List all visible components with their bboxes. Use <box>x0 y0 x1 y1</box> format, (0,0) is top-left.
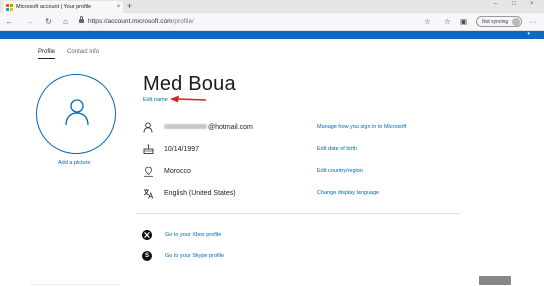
profile-name: Med Boua <box>143 73 236 95</box>
url-host: https://account.microsoft.com <box>88 18 173 25</box>
email-value: @hotmail.com <box>164 124 317 131</box>
skype-row: S Go to your Skype profile <box>142 251 224 261</box>
skype-profile-link[interactable]: Go to your Skype profile <box>165 253 224 259</box>
tab-profile[interactable]: Profile <box>38 49 56 59</box>
tab-contact-info[interactable]: Contact info <box>67 49 99 59</box>
favorites-icon[interactable]: ☆ <box>444 16 451 27</box>
back-icon[interactable]: ← <box>4 16 15 27</box>
language-icon <box>142 187 154 199</box>
profile-page: Profile Contact info Add a picture Med B… <box>0 39 544 286</box>
cake-icon <box>142 143 154 155</box>
footer-divider <box>30 284 120 285</box>
refresh-icon[interactable]: ↻ <box>43 16 54 27</box>
change-language-link[interactable]: Change display language <box>317 190 379 196</box>
country-value: Morocco <box>164 167 191 175</box>
account-header-bar: ▾ <box>0 31 544 39</box>
birthdate-row: 10/14/1997 Edit date of birth <box>142 143 462 155</box>
url-path: /profile/ <box>172 18 194 25</box>
avatar[interactable] <box>36 74 116 154</box>
manage-sign-in-link[interactable]: Manage how you sign in to Microsoft <box>317 124 406 130</box>
profile-sync-button[interactable]: Not syncing <box>476 16 522 27</box>
address-bar: ← → ↻ ⌂ https://account.microsoft.com/pr… <box>0 13 544 31</box>
language-row: English (United States) Change display l… <box>142 187 462 199</box>
edit-birthdate-link[interactable]: Edit date of birth <box>317 146 357 152</box>
redacted-email-user <box>164 124 207 130</box>
email-domain: @hotmail.com <box>208 123 253 131</box>
edit-name-link[interactable]: Edit name <box>143 97 168 103</box>
xbox-row: Go to your Xbox profile <box>142 230 221 240</box>
add-picture-link[interactable]: Add a picture <box>58 160 90 166</box>
new-tab-button[interactable]: + <box>127 1 132 11</box>
birthdate-value: 10/14/1997 <box>164 145 200 153</box>
tab-close-button[interactable]: × <box>114 4 123 10</box>
microsoft-logo-icon <box>6 3 13 11</box>
close-window-button[interactable]: × <box>530 1 534 7</box>
location-icon <box>142 165 154 177</box>
browser-tab[interactable]: Microsoft account | Your profile × <box>3 1 123 13</box>
red-annotation-arrow <box>170 95 207 103</box>
xbox-profile-link[interactable]: Go to your Xbox profile <box>165 232 221 238</box>
home-icon[interactable]: ⌂ <box>60 16 71 27</box>
tab-title: Microsoft account | Your profile <box>16 4 92 10</box>
sync-label: Not syncing <box>482 18 509 25</box>
more-menu-icon[interactable]: ··· <box>529 16 537 27</box>
edit-country-link[interactable]: Edit country/region <box>317 168 363 174</box>
forward-icon[interactable]: → <box>24 16 35 27</box>
chevron-down-icon[interactable]: ▾ <box>527 31 530 37</box>
profile-subnav: Profile Contact info <box>38 49 99 59</box>
person-icon <box>142 121 154 133</box>
favorite-star-icon[interactable]: ☆ <box>424 16 431 27</box>
skype-icon: S <box>142 251 152 261</box>
person-placeholder-icon <box>65 99 89 126</box>
browser-profile-avatar <box>512 18 520 26</box>
maximize-button[interactable]: □ <box>512 1 516 7</box>
url-field[interactable]: https://account.microsoft.com/profile/ <box>88 16 194 27</box>
collections-icon[interactable]: ▣ <box>460 16 467 27</box>
country-row: Morocco Edit country/region <box>142 165 462 177</box>
email-row: @hotmail.com Manage how you sign in to M… <box>142 121 462 133</box>
minimize-button[interactable]: – <box>494 1 497 7</box>
feedback-button[interactable] <box>479 276 511 285</box>
section-divider <box>136 213 460 214</box>
lock-icon <box>79 16 84 23</box>
language-value: English (United States) <box>164 189 236 197</box>
browser-titlebar: Microsoft account | Your profile × + – □… <box>0 0 544 13</box>
xbox-icon <box>142 230 152 240</box>
